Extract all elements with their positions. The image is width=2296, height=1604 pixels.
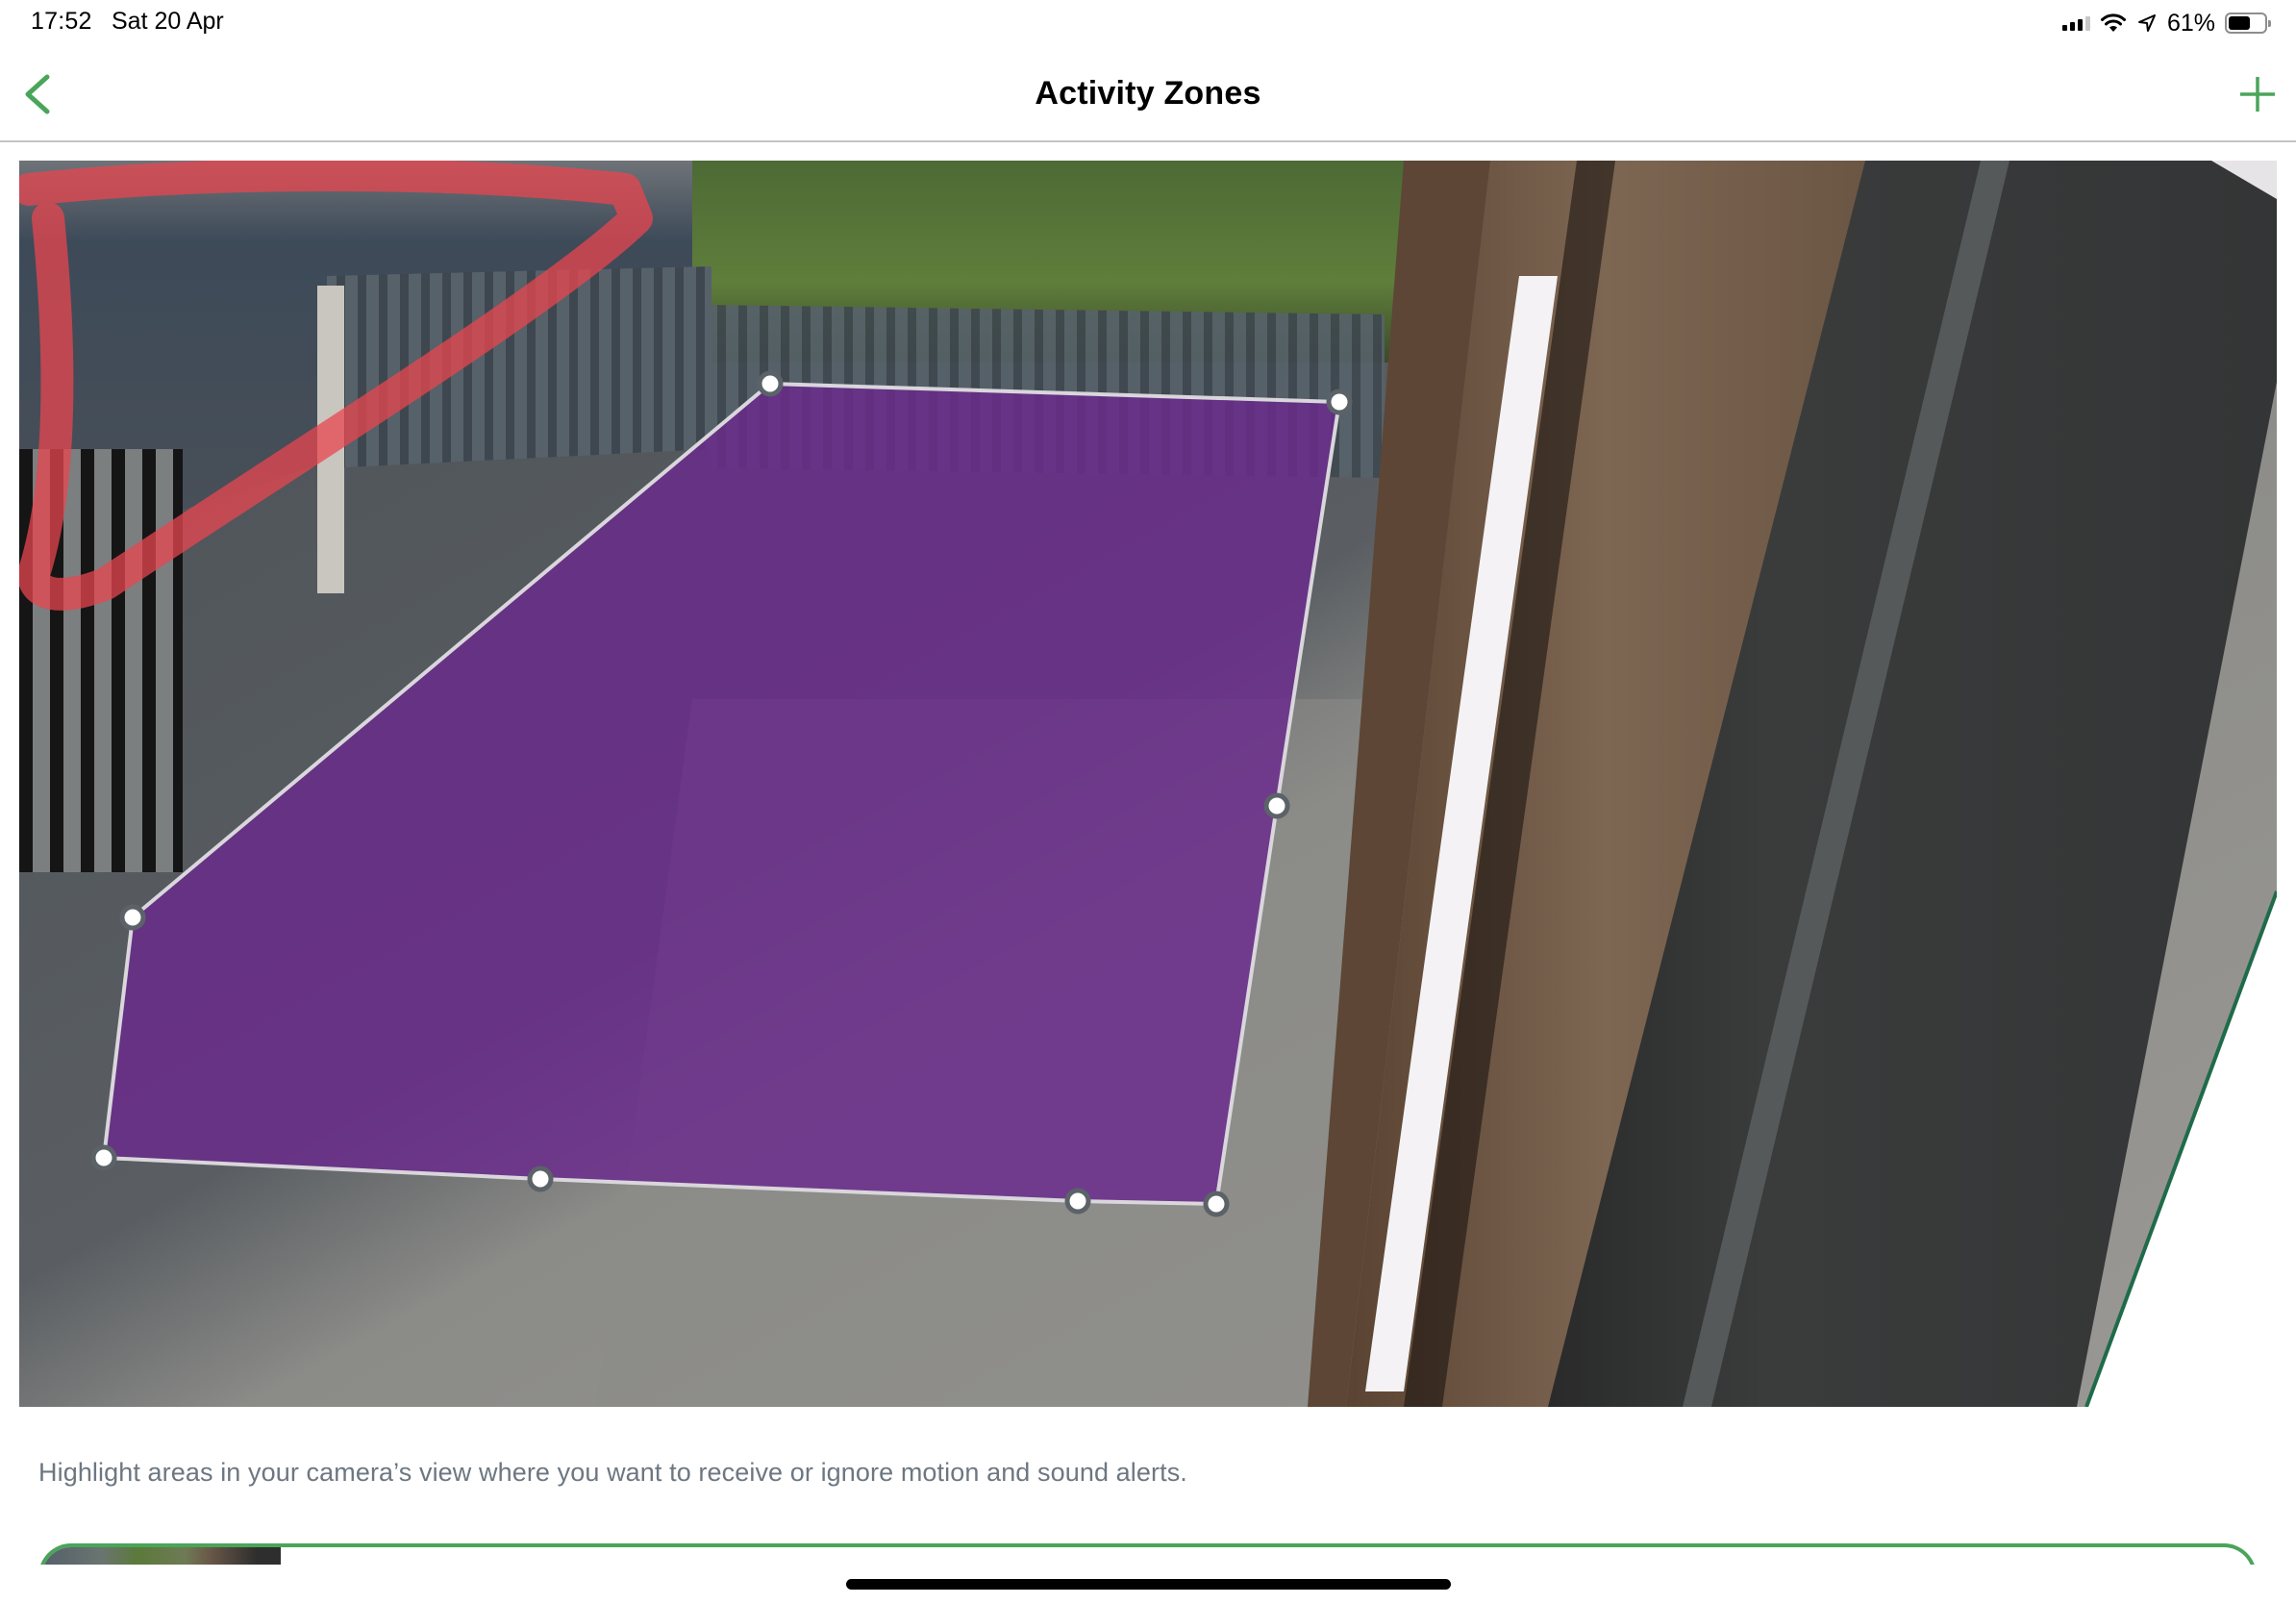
cellular-signal-icon <box>2061 15 2090 31</box>
zone-vertex-handle[interactable] <box>1326 388 1353 415</box>
zone-vertex-handle[interactable] <box>1064 1188 1091 1215</box>
status-indicators: 61% <box>2061 9 2271 37</box>
location-arrow-icon <box>2137 14 2156 32</box>
zone-vertex-handle[interactable] <box>527 1165 554 1192</box>
description-text: Highlight areas in your camera’s view wh… <box>38 1458 1187 1487</box>
status-time: 17:52 <box>31 8 92 35</box>
status-bar: 17:52 Sat 20 Apr 61% <box>0 0 2296 46</box>
page-title: Activity Zones <box>1035 75 1261 112</box>
camera-scene <box>19 161 2277 1407</box>
zone-vertex-handle[interactable] <box>119 904 146 931</box>
zone-vertex-handle[interactable] <box>1203 1190 1230 1217</box>
zone-vertex-handle[interactable] <box>90 1144 117 1171</box>
wifi-icon <box>2100 13 2126 32</box>
navigation-bar: Activity Zones <box>0 46 2296 142</box>
battery-percent: 61% <box>2166 9 2215 37</box>
plus-icon <box>2240 77 2275 112</box>
zone-vertex-handle[interactable] <box>1263 792 1290 819</box>
camera-snapshot[interactable] <box>19 161 2277 1407</box>
status-date: Sat 20 Apr <box>112 8 224 35</box>
battery-icon <box>2225 13 2271 34</box>
zone-vertex-handle[interactable] <box>757 370 784 397</box>
battery-level <box>2229 16 2250 30</box>
add-zone-button[interactable] <box>2236 73 2279 115</box>
home-indicator[interactable] <box>846 1579 1451 1590</box>
